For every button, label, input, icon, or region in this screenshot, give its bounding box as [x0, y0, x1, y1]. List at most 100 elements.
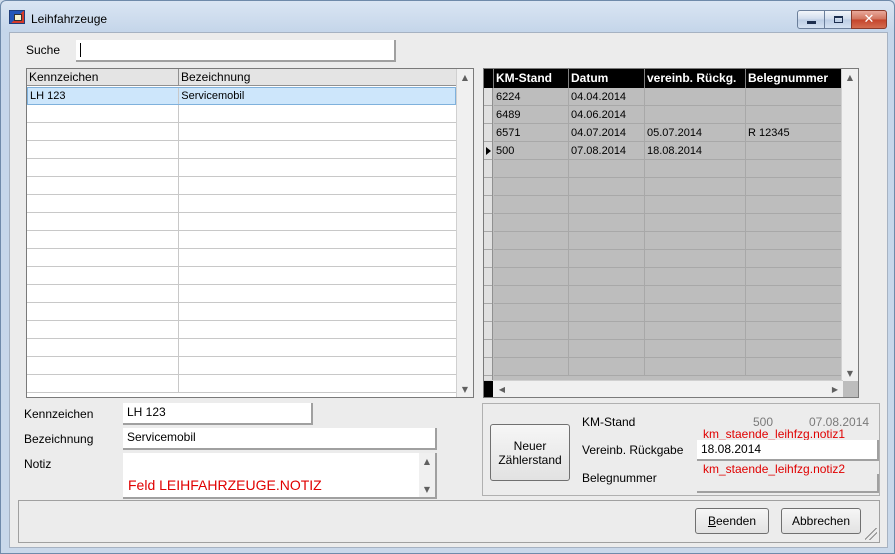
cell-belegnummer[interactable] — [746, 286, 843, 303]
cell-datum[interactable]: 04.06.2014 — [569, 106, 645, 123]
cell-datum[interactable] — [569, 160, 645, 177]
row-indicator[interactable] — [484, 286, 492, 304]
cell-belegnummer[interactable] — [746, 322, 843, 339]
cell-kennzeichen[interactable] — [27, 105, 179, 122]
table-row[interactable] — [27, 375, 456, 393]
cell-bezeichnung[interactable] — [179, 159, 456, 176]
row-indicator[interactable] — [484, 142, 492, 160]
cell-bezeichnung[interactable] — [179, 105, 456, 122]
scroll-left-icon[interactable]: ◀ — [494, 381, 510, 397]
cell-kennzeichen[interactable]: LH 123 — [28, 88, 180, 104]
cell-datum[interactable] — [569, 196, 645, 213]
scroll-up-icon[interactable]: ▲ — [419, 453, 435, 469]
cell-bezeichnung[interactable] — [179, 213, 456, 230]
table-row[interactable] — [494, 160, 843, 178]
table-row[interactable] — [27, 357, 456, 375]
row-indicator[interactable] — [484, 340, 492, 358]
cell-bezeichnung[interactable] — [179, 339, 456, 356]
row-indicator[interactable] — [484, 322, 492, 340]
row-indicator[interactable] — [484, 214, 492, 232]
table-row[interactable] — [494, 358, 843, 376]
table-row[interactable] — [494, 214, 843, 232]
cell-vereinb-rueckg[interactable] — [645, 88, 746, 105]
cell-datum[interactable] — [569, 178, 645, 195]
row-indicator[interactable] — [484, 124, 492, 142]
cell-bezeichnung[interactable] — [179, 375, 456, 392]
cell-belegnummer[interactable] — [746, 178, 843, 195]
cell-kennzeichen[interactable] — [27, 285, 179, 302]
row-indicator[interactable] — [484, 88, 492, 106]
column-header-datum[interactable]: Datum — [569, 69, 645, 88]
cell-datum[interactable] — [569, 322, 645, 339]
table-row[interactable] — [27, 177, 456, 195]
row-indicator[interactable] — [484, 268, 492, 286]
cell-vereinb-rueckg[interactable] — [645, 232, 746, 249]
belegnummer-field[interactable] — [697, 474, 879, 493]
vehicles-grid[interactable]: Kennzeichen Bezeichnung LH 123 Servicemob… — [26, 68, 474, 398]
row-indicator[interactable] — [484, 304, 492, 322]
table-row[interactable] — [27, 231, 456, 249]
table-row[interactable] — [27, 159, 456, 177]
cell-datum[interactable] — [569, 214, 645, 231]
cell-bezeichnung[interactable]: Servicemobil — [179, 88, 455, 104]
table-row[interactable] — [494, 196, 843, 214]
cell-kennzeichen[interactable] — [27, 267, 179, 284]
cell-belegnummer[interactable] — [746, 358, 843, 375]
cell-belegnummer[interactable] — [746, 304, 843, 321]
table-row[interactable] — [27, 105, 456, 123]
cell-km-stand[interactable] — [494, 178, 569, 195]
row-indicator[interactable] — [484, 196, 492, 214]
table-row[interactable] — [27, 339, 456, 357]
cell-km-stand[interactable]: 6571 — [494, 124, 569, 141]
cell-datum[interactable] — [569, 268, 645, 285]
scroll-up-icon[interactable]: ▲ — [457, 69, 473, 85]
cell-bezeichnung[interactable] — [179, 321, 456, 338]
cell-bezeichnung[interactable] — [179, 357, 456, 374]
cell-belegnummer[interactable]: R 12345 — [746, 124, 843, 141]
row-indicator[interactable] — [484, 358, 492, 376]
cell-datum[interactable] — [569, 340, 645, 357]
table-row[interactable] — [27, 285, 456, 303]
cell-km-stand[interactable]: 6224 — [494, 88, 569, 105]
close-button[interactable]: ✕ — [851, 10, 887, 29]
vehicles-vertical-scrollbar[interactable]: ▲ ▼ — [456, 69, 473, 397]
cell-km-stand[interactable] — [494, 268, 569, 285]
cancel-button[interactable]: Abbrechen — [781, 508, 861, 534]
table-row[interactable]: 6224 04.04.2014 — [494, 88, 843, 106]
table-row[interactable] — [27, 321, 456, 339]
cell-km-stand[interactable] — [494, 250, 569, 267]
table-row[interactable]: 500 07.08.2014 18.08.2014 — [494, 142, 843, 160]
cell-datum[interactable] — [569, 232, 645, 249]
cell-belegnummer[interactable] — [746, 250, 843, 267]
table-row[interactable] — [494, 340, 843, 358]
new-meter-reading-button[interactable]: Neuer Zählerstand — [490, 424, 570, 481]
cell-bezeichnung[interactable] — [179, 123, 456, 140]
cell-kennzeichen[interactable] — [27, 141, 179, 158]
table-row[interactable] — [494, 178, 843, 196]
table-row[interactable] — [27, 249, 456, 267]
odometer-horizontal-scrollbar[interactable]: ◀ ▶ — [484, 380, 843, 397]
column-header-vereinb-rueckg[interactable]: vereinb. Rückg. — [645, 69, 746, 88]
scroll-up-icon[interactable]: ▲ — [842, 69, 858, 85]
cell-vereinb-rueckg[interactable] — [645, 106, 746, 123]
cell-vereinb-rueckg[interactable] — [645, 196, 746, 213]
cell-vereinb-rueckg[interactable] — [645, 214, 746, 231]
cell-belegnummer[interactable] — [746, 232, 843, 249]
cell-bezeichnung[interactable] — [179, 195, 456, 212]
cell-datum[interactable] — [569, 286, 645, 303]
table-row[interactable] — [27, 141, 456, 159]
end-button[interactable]: Beenden — [695, 508, 769, 534]
cell-kennzeichen[interactable] — [27, 249, 179, 266]
cell-datum[interactable]: 07.08.2014 — [569, 142, 645, 159]
cell-datum[interactable]: 04.07.2014 — [569, 124, 645, 141]
table-row[interactable] — [494, 322, 843, 340]
table-row[interactable]: 6571 04.07.2014 05.07.2014 R 12345 — [494, 124, 843, 142]
table-row[interactable]: 6489 04.06.2014 — [494, 106, 843, 124]
table-row[interactable] — [494, 232, 843, 250]
table-row[interactable]: LH 123 Servicemobil — [27, 87, 456, 105]
cell-vereinb-rueckg[interactable] — [645, 160, 746, 177]
notiz-field[interactable]: Feld LEIHFAHRZEUGE.NOTIZ ▲ ▼ — [123, 453, 437, 499]
scroll-down-icon[interactable]: ▼ — [457, 381, 473, 397]
row-indicator[interactable] — [484, 178, 492, 196]
cell-km-stand[interactable] — [494, 196, 569, 213]
